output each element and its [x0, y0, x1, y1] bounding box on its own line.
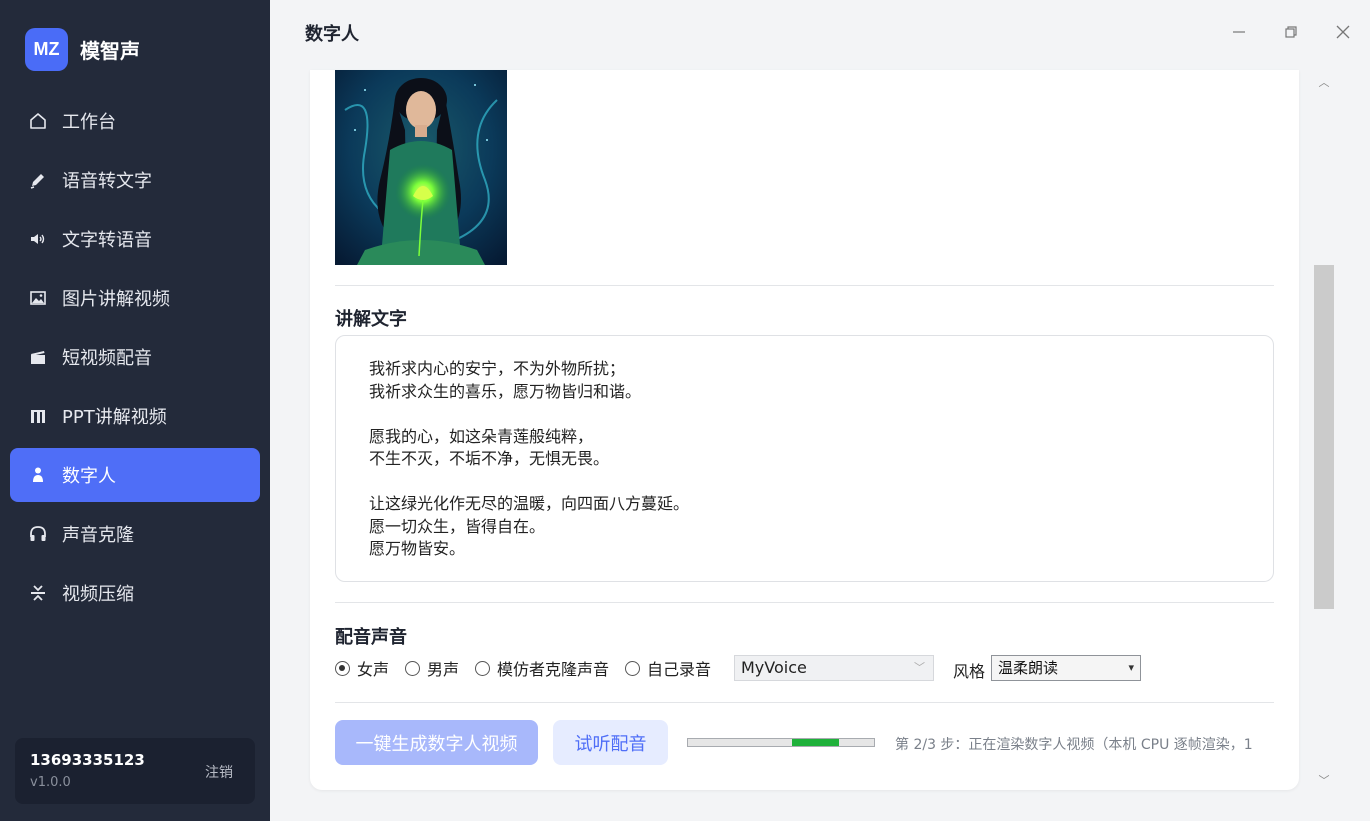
logout-button[interactable]: 注销	[205, 762, 233, 782]
sidebar-item-label: 视频压缩	[62, 584, 134, 605]
sidebar-item-short-video-dubbing[interactable]: 短视频配音	[10, 330, 260, 384]
radio-label: 模仿者克隆声音	[497, 660, 610, 679]
clapperboard-icon	[26, 345, 50, 369]
voice-radio-group: 女声 男声 模仿者克隆声音 自己录音	[335, 655, 727, 681]
chevron-down-icon: ﹀	[914, 661, 925, 674]
voice-title: 配音声音	[335, 627, 407, 648]
speaker-icon	[26, 227, 50, 251]
divider	[335, 702, 1274, 703]
sidebar-item-label: 声音克隆	[62, 525, 134, 546]
brand: MZ 模智声	[25, 28, 140, 71]
sidebar-item-label: 语音转文字	[62, 171, 152, 192]
scroll-up-button[interactable]: ︿	[1313, 72, 1335, 92]
sidebar-item-label: 图片讲解视频	[62, 289, 170, 310]
sidebar-item-text-to-speech[interactable]: 文字转语音	[10, 212, 260, 266]
radio-checked-icon	[335, 660, 350, 676]
title-bar: 数字人	[270, 0, 1370, 64]
compress-icon	[26, 581, 50, 605]
sidebar-item-image-video[interactable]: 图片讲解视频	[10, 271, 260, 325]
sidebar-item-voice-clone[interactable]: 声音克隆	[10, 507, 260, 561]
close-icon	[1336, 25, 1350, 39]
narration-title: 讲解文字	[335, 309, 407, 330]
sidebar: MZ 模智声 工作台 语音转文字 文字转语音 图片讲解视频 短视频配音 PPT讲…	[0, 0, 270, 821]
radio-unchecked-icon	[475, 660, 491, 676]
generate-video-button[interactable]: 一键生成数字人视频	[335, 720, 538, 765]
scroll-thumb[interactable]	[1314, 265, 1334, 609]
app-logo: MZ	[25, 28, 68, 71]
headphones-icon	[26, 522, 50, 546]
sidebar-nav: 工作台 语音转文字 文字转语音 图片讲解视频 短视频配音 PPT讲解视频 数字人…	[10, 94, 260, 625]
sidebar-item-workbench[interactable]: 工作台	[10, 94, 260, 148]
style-select-value: 温柔朗读	[998, 659, 1059, 677]
narration-textarea[interactable]: 我祈求内心的安宁，不为外物所扰； 我祈求众生的喜乐，愿万物皆归和谐。 愿我的心，…	[335, 335, 1274, 582]
vertical-scrollbar[interactable]: ︿ ﹀	[1313, 70, 1335, 792]
voice-select-value: MyVoice	[741, 658, 807, 677]
minimize-icon	[1233, 31, 1245, 33]
sidebar-item-speech-to-text[interactable]: 语音转文字	[10, 153, 260, 207]
radio-unchecked-icon	[405, 660, 421, 676]
chevron-down-icon: ﹀	[1318, 774, 1330, 787]
sidebar-item-video-compress[interactable]: 视频压缩	[10, 566, 260, 620]
app-name: 模智声	[80, 39, 140, 63]
radio-unchecked-icon	[625, 660, 641, 676]
style-select[interactable]: 温柔朗读 ▾	[991, 655, 1141, 681]
user-card: 13693335123 v1.0.0 注销	[15, 738, 255, 804]
sidebar-item-digital-human[interactable]: 数字人	[10, 448, 260, 502]
preview-voice-button[interactable]: 试听配音	[553, 720, 668, 765]
restore-icon	[1285, 26, 1297, 38]
pencil-icon	[26, 168, 50, 192]
divider	[335, 285, 1274, 286]
sidebar-item-label: 工作台	[62, 112, 116, 133]
progress-fill	[792, 739, 839, 746]
radio-label: 自己录音	[647, 660, 712, 679]
content-card: 讲解文字 我祈求内心的安宁，不为外物所扰； 我祈求众生的喜乐，愿万物皆归和谐。 …	[310, 70, 1299, 790]
sidebar-item-label: PPT讲解视频	[62, 407, 167, 428]
bar-chart-icon	[26, 404, 50, 428]
chevron-down-icon: ▾	[1128, 661, 1134, 674]
sidebar-item-label: 文字转语音	[62, 230, 152, 251]
page-title: 数字人	[305, 24, 359, 45]
home-icon	[26, 109, 50, 133]
voice-select[interactable]: MyVoice ﹀	[734, 655, 934, 681]
picture-icon	[26, 286, 50, 310]
voice-radio-male[interactable]: 男声	[405, 656, 459, 680]
voice-radio-record[interactable]: 自己录音	[625, 656, 711, 680]
app-version: v1.0.0	[30, 775, 71, 790]
scroll-down-button[interactable]: ﹀	[1313, 770, 1335, 790]
radio-label: 男声	[427, 660, 460, 679]
maximize-button[interactable]	[1277, 18, 1305, 46]
status-text: 第 2/3 步：正在渲染数字人视频（本机 CPU 逐帧渲染，1	[895, 737, 1253, 753]
style-label: 风格	[953, 662, 986, 681]
minimize-button[interactable]	[1225, 18, 1253, 46]
voice-radio-female[interactable]: 女声	[335, 656, 389, 680]
voice-radio-clone[interactable]: 模仿者克隆声音	[475, 656, 609, 680]
user-phone: 13693335123	[30, 751, 145, 769]
sidebar-item-label: 短视频配音	[62, 348, 152, 369]
person-icon	[26, 463, 50, 487]
radio-label: 女声	[357, 660, 390, 679]
sidebar-item-label: 数字人	[62, 466, 116, 487]
sidebar-item-ppt-video[interactable]: PPT讲解视频	[10, 389, 260, 443]
divider	[335, 602, 1274, 603]
close-button[interactable]	[1329, 18, 1357, 46]
progress-bar	[687, 738, 875, 747]
digital-human-portrait[interactable]	[335, 70, 507, 265]
chevron-up-icon: ︿	[1318, 76, 1330, 89]
